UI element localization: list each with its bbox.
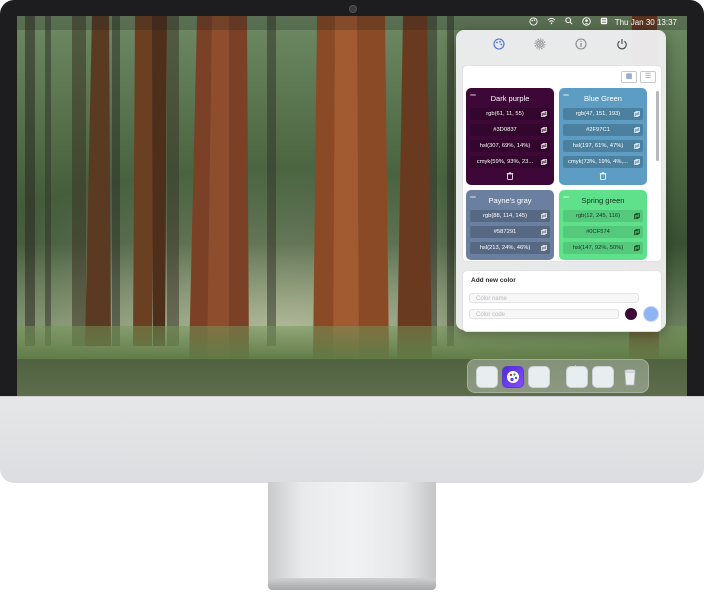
color-card[interactable]: Dark purple rgb(61, 11, 55) #3D0837 hsl(…: [466, 88, 554, 185]
color-value-row[interactable]: rgb(61, 11, 55): [470, 108, 550, 120]
color-value: #587291: [493, 229, 517, 235]
color-value-row[interactable]: rgb(47, 151, 193): [563, 108, 643, 120]
camera: [349, 5, 357, 13]
imac-chin: [0, 396, 704, 483]
trash-icon[interactable]: [506, 172, 514, 180]
panel-tab-bar: [456, 30, 666, 58]
copy-icon[interactable]: [634, 143, 640, 149]
list-view-icon[interactable]: ☰: [640, 71, 656, 83]
color-value: hsl(197, 61%, 47%): [572, 143, 624, 149]
color-value-row[interactable]: rgb(88, 114, 145): [470, 210, 550, 222]
color-value-row[interactable]: cmyk(73%, 19%, 4%,...: [563, 156, 643, 168]
copy-icon[interactable]: [634, 127, 640, 133]
color-value-row[interactable]: #2F97C1: [563, 124, 643, 136]
menu-bar: Thu Jan 30 13:37: [17, 16, 687, 30]
gear-icon[interactable]: [534, 38, 546, 50]
copy-icon[interactable]: [634, 213, 640, 219]
desktop-screen: Thu Jan 30 13:37 ▦ ☰ Dark purple rgb(61,…: [17, 16, 687, 396]
copy-icon[interactable]: [541, 213, 547, 219]
imac-stand-base: [268, 578, 436, 590]
color-name: Dark purple: [490, 94, 530, 103]
add-color-title: Add new color: [471, 277, 516, 284]
copy-icon[interactable]: [634, 229, 640, 235]
add-color-form: Add new color Color name Color code: [462, 270, 662, 332]
color-code-input[interactable]: Color code: [469, 309, 619, 319]
dock: [467, 359, 649, 393]
wifi-icon[interactable]: [545, 17, 557, 29]
imac-stand: [268, 482, 436, 582]
color-palette-app-icon[interactable]: [502, 366, 524, 388]
color-value: hsl(147, 92%, 50%): [572, 245, 624, 251]
color-picker-button[interactable]: [643, 306, 659, 322]
color-name: Payne's gray: [488, 196, 532, 205]
power-icon[interactable]: [616, 38, 628, 50]
color-name-input[interactable]: Color name: [469, 293, 639, 303]
copy-icon[interactable]: [541, 245, 547, 251]
search-icon[interactable]: [563, 17, 575, 29]
copy-icon[interactable]: [634, 245, 640, 251]
color-value: #0CF574: [586, 229, 610, 235]
color-value-row[interactable]: hsl(213, 24%, 46%): [470, 242, 550, 254]
color-name: Spring green: [581, 196, 625, 205]
user-icon[interactable]: [580, 17, 592, 29]
color-value: rgb(12, 245, 116): [575, 213, 621, 219]
copy-icon[interactable]: [634, 111, 640, 117]
color-card[interactable]: Spring green rgb(12, 245, 116) #0CF574 h…: [559, 190, 647, 260]
color-value: #2F97C1: [586, 127, 610, 133]
color-palette-popover: ▦ ☰ Dark purple rgb(61, 11, 55) #3D0837 …: [456, 30, 666, 332]
copy-icon[interactable]: [634, 159, 640, 165]
copy-icon[interactable]: [541, 127, 547, 133]
palette-menu-icon[interactable]: [527, 17, 539, 29]
color-value: hsl(213, 24%, 46%): [479, 245, 531, 251]
palette-tab-icon[interactable]: [493, 38, 505, 50]
color-value: rgb(61, 11, 55): [486, 111, 524, 117]
color-card[interactable]: Payne's gray rgb(88, 114, 145) #587291 h…: [466, 190, 554, 260]
copy-icon[interactable]: [541, 159, 547, 165]
color-value-row[interactable]: #3D0837: [470, 124, 550, 136]
color-card[interactable]: Blue Green rgb(47, 151, 193) #2F97C1 hsl…: [559, 88, 647, 185]
color-value: cmyk(59%, 93%, 23...: [476, 159, 534, 165]
color-value-row[interactable]: rgb(12, 245, 116): [563, 210, 643, 222]
color-preview-swatch: [625, 308, 637, 320]
copy-icon[interactable]: [541, 143, 547, 149]
saved-colors-list[interactable]: ▦ ☰ Dark purple rgb(61, 11, 55) #3D0837 …: [462, 65, 662, 262]
color-value-row[interactable]: #587291: [470, 226, 550, 238]
color-value-row[interactable]: cmyk(59%, 93%, 23...: [470, 156, 550, 168]
app-icon[interactable]: [592, 366, 614, 388]
color-value-row[interactable]: #0CF574: [563, 226, 643, 238]
color-value: rgb(88, 114, 145): [482, 213, 528, 219]
copy-icon[interactable]: [541, 229, 547, 235]
color-value: cmyk(73%, 19%, 4%,...: [568, 159, 628, 165]
scrollbar[interactable]: [656, 91, 659, 161]
color-value: #3D0837: [493, 127, 517, 133]
trash-icon[interactable]: [620, 366, 640, 386]
app-icon[interactable]: [566, 366, 588, 388]
control-center-icon[interactable]: [598, 17, 610, 29]
grid-view-icon[interactable]: ▦: [621, 71, 637, 83]
app-icon[interactable]: [528, 366, 550, 388]
color-value: rgb(47, 151, 193): [575, 111, 621, 117]
color-value-row[interactable]: hsl(307, 69%, 14%): [470, 140, 550, 152]
info-icon[interactable]: [575, 38, 587, 50]
color-value-row[interactable]: hsl(147, 92%, 50%): [563, 242, 643, 254]
color-name: Blue Green: [584, 94, 622, 103]
copy-icon[interactable]: [541, 111, 547, 117]
app-icon[interactable]: [476, 366, 498, 388]
trash-icon[interactable]: [599, 172, 607, 180]
color-value-row[interactable]: hsl(197, 61%, 47%): [563, 140, 643, 152]
menu-bar-clock[interactable]: Thu Jan 30 13:37: [615, 17, 677, 29]
color-value: hsl(307, 69%, 14%): [479, 143, 531, 149]
